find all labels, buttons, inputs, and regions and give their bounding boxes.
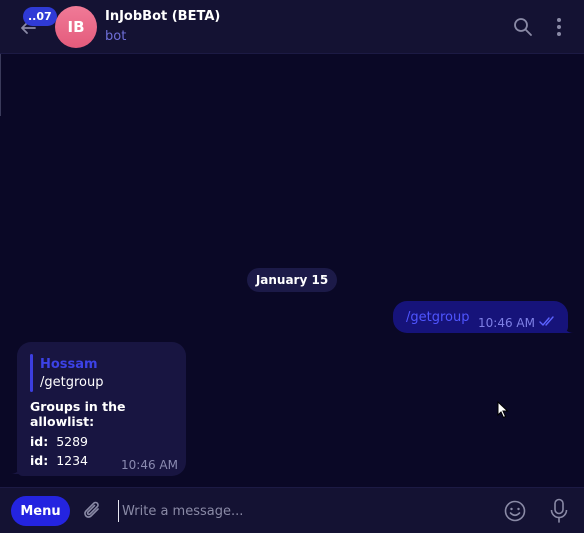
date-chip: January 15 <box>247 268 337 292</box>
reply-text[interactable]: /getgroup <box>40 375 103 390</box>
id-key: id: <box>30 453 49 468</box>
emoji-button[interactable] <box>503 499 527 523</box>
chat-title[interactable]: InJobBot (BETA) <box>105 9 220 24</box>
message-input[interactable] <box>118 500 488 522</box>
search-button[interactable] <box>512 16 534 38</box>
incoming-message[interactable]: Hossam /getgroup Groups in the allowlist… <box>17 342 186 476</box>
message-time: 10:46 AM <box>121 458 178 472</box>
search-icon <box>514 18 532 36</box>
mouse-cursor-icon <box>497 401 509 419</box>
message-heading: Groups in the allowlist: <box>30 399 126 429</box>
menu-button[interactable]: Menu <box>11 496 70 526</box>
microphone-icon <box>550 498 568 523</box>
reply-bar <box>30 354 33 392</box>
emoji-icon <box>504 500 526 522</box>
id-row: id: 1234 <box>30 453 88 468</box>
message-text: /getgroup <box>406 310 470 325</box>
message-time: 10:46 AM <box>478 316 535 330</box>
avatar[interactable]: IB <box>55 6 97 48</box>
outgoing-message[interactable]: /getgroup 10:46 AM <box>393 301 568 333</box>
more-vertical-icon <box>557 18 561 36</box>
double-check-icon <box>539 316 554 326</box>
id-row: id: 5289 <box>30 434 88 449</box>
message-composer: Menu <box>0 487 584 533</box>
reply-sender-name[interactable]: Hossam <box>40 357 98 372</box>
id-value: 5289 <box>56 434 88 449</box>
chat-subtitle: bot <box>105 29 127 44</box>
more-button[interactable] <box>550 16 568 38</box>
divider <box>0 54 1 116</box>
unread-badge: ..07 <box>23 7 57 26</box>
id-key: id: <box>30 434 49 449</box>
attach-icon <box>84 501 99 518</box>
id-value: 1234 <box>56 453 88 468</box>
chat-header: ..07 IB InJobBot (BETA) bot <box>0 0 584 54</box>
attach-button[interactable] <box>82 500 104 522</box>
microphone-button[interactable] <box>549 498 569 524</box>
